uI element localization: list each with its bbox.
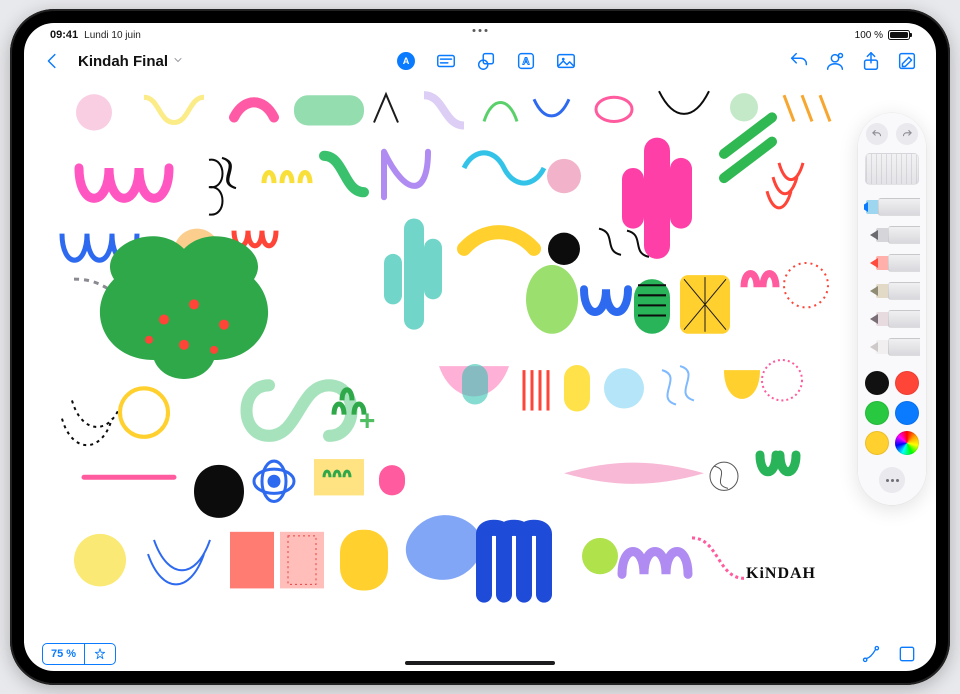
home-indicator[interactable] xyxy=(405,661,555,665)
palette-more-button[interactable] xyxy=(879,467,905,493)
palette-redo-button[interactable] xyxy=(896,123,918,145)
undo-button[interactable] xyxy=(788,50,810,72)
document-title-text: Kindah Final xyxy=(78,53,168,70)
text-style-button[interactable]: A xyxy=(515,50,537,72)
crayon-tool[interactable] xyxy=(870,307,920,331)
inspector-button[interactable] xyxy=(896,643,918,665)
document-title-button[interactable]: Kindah Final xyxy=(78,53,184,70)
markup-tool-button[interactable]: A xyxy=(395,50,417,72)
share-button[interactable] xyxy=(860,50,882,72)
textbox-tool-button[interactable] xyxy=(435,50,457,72)
screen: 09:41 Lundi 10 juin 100 % Kinda xyxy=(24,23,936,671)
color-green[interactable] xyxy=(865,401,889,425)
color-yellow[interactable] xyxy=(865,431,889,455)
color-swatches xyxy=(865,371,919,455)
navigator-button[interactable] xyxy=(85,643,116,665)
artist-signature: KiNDAH xyxy=(746,565,816,583)
battery-label: 100 % xyxy=(855,30,883,41)
pen-tool[interactable] xyxy=(864,195,920,219)
color-red[interactable] xyxy=(895,371,919,395)
shapes-tool-button[interactable] xyxy=(475,50,497,72)
drawing-canvas[interactable]: + xyxy=(24,77,936,643)
svg-text:A: A xyxy=(403,56,410,66)
pencil-tool[interactable] xyxy=(870,279,920,303)
color-black[interactable] xyxy=(865,371,889,395)
chevron-down-icon xyxy=(172,53,184,70)
svg-text:+: + xyxy=(359,406,375,437)
color-picker-wheel[interactable] xyxy=(895,431,919,455)
color-blue[interactable] xyxy=(895,401,919,425)
drawing-tool-palette xyxy=(858,113,926,505)
svg-text:A: A xyxy=(522,57,530,68)
document-toolbar: Kindah Final A A xyxy=(24,45,936,77)
status-date: Lundi 10 juin xyxy=(84,30,141,41)
back-button[interactable] xyxy=(42,50,64,72)
media-tool-button[interactable] xyxy=(555,50,577,72)
zoom-level-button[interactable]: 75 % xyxy=(42,643,85,665)
ipad-frame: 09:41 Lundi 10 juin 100 % Kinda xyxy=(10,9,950,685)
eraser-tool[interactable] xyxy=(870,335,920,359)
compose-button[interactable] xyxy=(896,50,918,72)
ruler-tool[interactable] xyxy=(865,153,919,185)
battery-icon xyxy=(888,30,910,40)
collaborate-button[interactable] xyxy=(824,50,846,72)
status-time: 09:41 xyxy=(50,29,78,41)
multitask-dots-icon[interactable] xyxy=(473,29,488,32)
palette-undo-button[interactable] xyxy=(866,123,888,145)
status-bar: 09:41 Lundi 10 juin 100 % xyxy=(24,23,936,45)
link-nodes-button[interactable] xyxy=(860,643,882,665)
marker-tool[interactable] xyxy=(870,251,920,275)
brush-tool[interactable] xyxy=(870,223,920,247)
